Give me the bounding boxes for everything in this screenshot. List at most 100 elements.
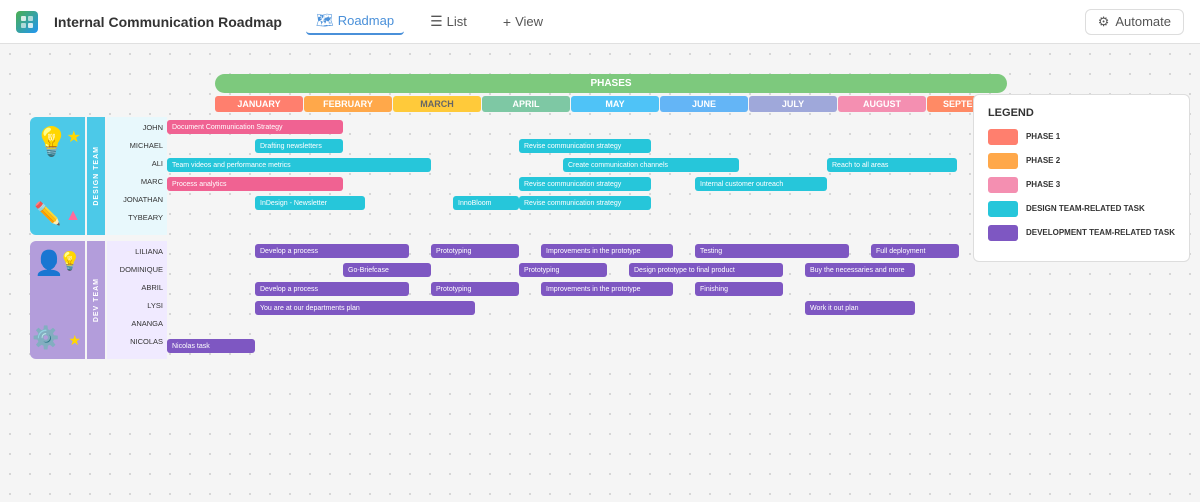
month-aug: AUGUST [838,96,926,112]
dev-names-col: LILIANA DOMINIQUE ABRIL LYSI ANANGA NICO… [107,241,167,359]
design-section-panel: 💡 ✏️ ★ ▲ [30,117,85,235]
task-dominique-4[interactable]: Buy the necessaries and more [805,263,915,277]
task-jonathan-2[interactable]: InnoBloom [453,196,519,210]
month-jan: JANUARY [215,96,303,112]
task-ali-1[interactable]: Team videos and performance metrics [167,158,431,172]
task-row-nicolas: Nicolas task [167,338,959,354]
name-lysi: LYSI [107,297,167,313]
task-nicolas-1[interactable]: Nicolas task [167,339,255,353]
legend-phase1: PHASE 1 [988,129,1175,145]
legend-panel: LEGEND PHASE 1 PHASE 2 PHASE 3 DESIGN TE… [973,94,1190,262]
task-dominique-3[interactable]: Design prototype to final product [629,263,783,277]
name-jonathan: JONATHAN [107,191,167,207]
task-dominique-1[interactable]: Go-Briefcase [343,263,431,277]
month-jun: JUNE [660,96,748,112]
design-names-col: JOHN MICHAEL ALI MARC JONATHAN TYBEARY [107,117,167,235]
month-mar: MARCH [393,96,481,112]
legend-color-dev [988,225,1018,241]
dev-tasks-grid: Develop a process Prototyping Improvemen… [167,241,1090,359]
legend-phase2: PHASE 2 [988,153,1175,169]
task-marc-1[interactable]: Process analytics [167,177,343,191]
month-jul: JULY [749,96,837,112]
legend-label-dev: DEVELOPMENT TEAM-RELATED TASK [1026,228,1175,238]
task-abril-1[interactable]: Develop a process [255,282,409,296]
task-marc-2[interactable]: Revise communication strategy [519,177,651,191]
design-icon: 💡 [34,125,69,158]
design-section-label: DESIGN TEAM [93,146,100,206]
task-jonathan-3[interactable]: Revise communication strategy [519,196,651,210]
task-marc-3[interactable]: Internal customer outreach [695,177,827,191]
task-row-dominique: Go-Briefcase Prototyping Design prototyp… [167,262,959,278]
legend-phase3: PHASE 3 [988,177,1175,193]
task-john-1[interactable]: Document Communication Strategy [167,120,343,134]
name-john: JOHN [107,120,167,136]
task-liliana-3[interactable]: Improvements in the prototype [541,244,673,258]
tab-view[interactable]: + View [493,10,553,34]
star2-icon: ★ [68,332,81,349]
bulb-icon: 💡 [59,251,81,272]
legend-label-design: DESIGN TEAM-RELATED TASK [1026,204,1145,214]
main-canvas: PHASES JANUARY FEBRUARY MARCH APRIL MAY … [0,44,1200,502]
name-ali: ALI [107,156,167,172]
task-row-abril: Develop a process Prototyping Improvemen… [167,281,959,297]
tab-list[interactable]: ☰ List [420,9,477,34]
dev-label-col: DEV TEAM [87,241,105,359]
dev-section-panel: 👤 ⚙️ 💡 ★ [30,241,85,359]
phase-banner: PHASES [215,74,1007,93]
task-jonathan-1[interactable]: InDesign - Newsletter [255,196,365,210]
name-dominique: DOMINIQUE [107,262,167,278]
design-label-col: DESIGN TEAM [87,117,105,235]
app-icon [16,11,38,33]
task-row-ali: Team videos and performance metrics Crea… [167,157,959,173]
task-lysi-2[interactable]: Work it out plan [805,301,915,315]
star-icon: ★ [67,127,81,147]
task-ali-2[interactable]: Create communication channels [563,158,739,172]
task-abril-2[interactable]: Prototyping [431,282,519,296]
design-section: 💡 ✏️ ★ ▲ DESIGN TEAM JOHN MICHAEL ALI MA… [30,117,1090,235]
name-michael: MICHAEL [107,138,167,154]
automate-button[interactable]: ⚙ Automate [1085,9,1184,35]
task-dominique-2[interactable]: Prototyping [519,263,607,277]
legend-dev: DEVELOPMENT TEAM-RELATED TASK [988,225,1175,241]
task-liliana-1[interactable]: Develop a process [255,244,409,258]
task-liliana-2[interactable]: Prototyping [431,244,519,258]
page-title: Internal Communication Roadmap [54,14,282,30]
task-lysi-1[interactable]: You are at our departments plan [255,301,475,315]
automate-icon: ⚙ [1098,14,1110,30]
task-liliana-5[interactable]: Full deployment [871,244,959,258]
legend-color-design [988,201,1018,217]
header: Internal Communication Roadmap 🗺 Roadmap… [0,0,1200,44]
month-may: MAY [571,96,659,112]
name-nicolas: NICOLAS [107,333,167,349]
month-apr: APRIL [482,96,570,112]
name-ananga: ANANGA [107,315,167,331]
legend-label-phase3: PHASE 3 [1026,180,1060,190]
legend-design: DESIGN TEAM-RELATED TASK [988,201,1175,217]
task-abril-3[interactable]: Improvements in the prototype [541,282,673,296]
name-marc: MARC [107,173,167,189]
task-row-marc: Process analytics Revise communication s… [167,176,959,192]
task-row-michael: Drafting newsletters Revise communicatio… [167,138,959,154]
task-liliana-4[interactable]: Testing [695,244,849,258]
dev-section-label: DEV TEAM [93,278,100,322]
name-liliana: LILIANA [107,244,167,260]
task-michael-1[interactable]: Drafting newsletters [255,139,343,153]
roadmap-canvas: PHASES JANUARY FEBRUARY MARCH APRIL MAY … [30,74,1090,359]
list-icon: ☰ [430,13,443,30]
task-row-jonathan: InDesign - Newsletter InnoBloom Revise c… [167,195,959,211]
tab-roadmap[interactable]: 🗺 Roadmap [306,8,404,35]
name-abril: ABRIL [107,280,167,296]
legend-title: LEGEND [988,107,1175,119]
legend-label-phase2: PHASE 2 [1026,156,1060,166]
task-row-tybeary [167,214,959,230]
task-ali-3[interactable]: Reach to all areas [827,158,957,172]
legend-color-phase1 [988,129,1018,145]
task-row-lysi: You are at our departments plan Work it … [167,300,959,316]
month-feb: FEBRUARY [304,96,392,112]
task-row-ananga [167,319,959,335]
task-michael-2[interactable]: Revise communication strategy [519,139,651,153]
legend-color-phase2 [988,153,1018,169]
name-tybeary: TYBEARY [107,209,167,225]
view-icon: + [503,14,511,30]
task-abril-4[interactable]: Finishing [695,282,783,296]
